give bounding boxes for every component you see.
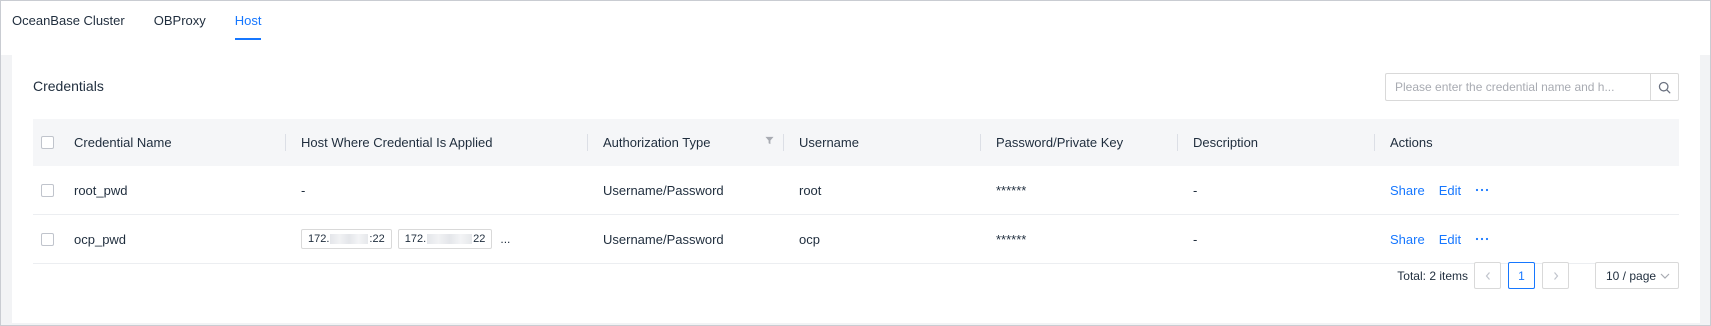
table-row: root_pwd - Username/Password root ******… [33, 166, 1679, 215]
row-checkbox[interactable] [41, 232, 54, 246]
host-ip-prefix: 172. [308, 233, 330, 245]
username: ocp [799, 231, 820, 247]
total-items: Total: 2 items [1397, 268, 1468, 283]
row-checkbox[interactable] [41, 183, 54, 197]
table-row: ocp_pwd 172. :22 172. 22 ... Username/Pa… [33, 215, 1679, 264]
col-host-label: Host Where Credential Is Applied [301, 135, 493, 150]
tab-bar: OceanBase Cluster OBProxy Host [1, 1, 1710, 55]
app-frame: OceanBase Cluster OBProxy Host Credentia… [0, 0, 1711, 326]
host-value: - [301, 182, 306, 198]
description: - [1193, 231, 1198, 247]
card-title: Credentials [33, 78, 104, 94]
auth-type: Username/Password [603, 231, 724, 247]
page-button-current[interactable]: 1 [1508, 262, 1535, 289]
host-ip-prefix: 172. [404, 233, 427, 245]
search-button[interactable] [1650, 73, 1679, 101]
search-box [1385, 73, 1679, 101]
credentials-card: Credentials Credential Name Host Where C… [12, 55, 1700, 323]
more-hosts-indicator[interactable]: ... [500, 232, 510, 246]
redacted-ip [330, 234, 369, 244]
host-ip-suffix: :22 [369, 233, 385, 245]
tab-host[interactable]: Host [234, 13, 261, 40]
credential-name: ocp_pwd [74, 231, 127, 247]
header-checkbox-cell [33, 119, 61, 166]
host-tags: 172. :22 172. 22 ... [286, 215, 588, 263]
redacted-ip [427, 234, 473, 244]
share-link[interactable]: Share [1390, 183, 1425, 198]
col-password: Password/Private Key [981, 119, 1178, 166]
chevron-down-icon [1660, 273, 1670, 279]
search-input[interactable] [1385, 73, 1650, 101]
col-credential-name: Credential Name [61, 119, 286, 166]
tab-oceanbase-cluster[interactable]: OceanBase Cluster [12, 13, 125, 40]
col-host: Host Where Credential Is Applied [286, 119, 588, 166]
next-page-button[interactable] [1542, 262, 1569, 289]
more-ellipsis-icon[interactable] [1475, 237, 1489, 241]
pagination: Total: 2 items 1 10 / page [1397, 262, 1679, 289]
search-icon [1658, 81, 1671, 93]
tab-obproxy[interactable]: OBProxy [154, 13, 206, 40]
edit-link[interactable]: Edit [1439, 232, 1461, 247]
col-username: Username [784, 119, 981, 166]
filter-icon[interactable] [765, 136, 774, 145]
chevron-left-icon [1485, 271, 1490, 280]
description: - [1193, 182, 1198, 198]
share-link[interactable]: Share [1390, 232, 1425, 247]
credentials-table: Credential Name Host Where Credential Is… [33, 119, 1679, 264]
host-tag: 172. 22 [397, 229, 493, 249]
more-ellipsis-icon[interactable] [1475, 188, 1489, 192]
col-actions: Actions [1390, 135, 1433, 150]
page-size-value: 10 / page [1606, 268, 1657, 283]
edit-link[interactable]: Edit [1439, 183, 1461, 198]
password-mask: ****** [996, 231, 1027, 247]
auth-type: Username/Password [603, 182, 724, 198]
col-authorization-type: Authorization Type [588, 119, 784, 166]
credential-name: root_pwd [74, 182, 128, 198]
row-actions: Share Edit [1375, 215, 1679, 263]
password-mask: ****** [996, 182, 1027, 198]
page-size-select[interactable]: 10 / page [1595, 262, 1679, 289]
row-actions: Share Edit [1375, 166, 1679, 214]
prev-page-button[interactable] [1474, 262, 1501, 289]
username: root [799, 182, 822, 198]
chevron-right-icon [1553, 271, 1558, 280]
col-description: Description [1178, 119, 1375, 166]
row-checkbox-cell [33, 166, 61, 214]
table-header: Credential Name Host Where Credential Is… [33, 119, 1679, 166]
host-tag: 172. :22 [301, 229, 392, 249]
select-all-checkbox[interactable] [41, 136, 54, 149]
col-auth-label: Authorization Type [603, 135, 711, 150]
host-ip-suffix: 22 [473, 233, 486, 245]
row-checkbox-cell [33, 215, 61, 263]
